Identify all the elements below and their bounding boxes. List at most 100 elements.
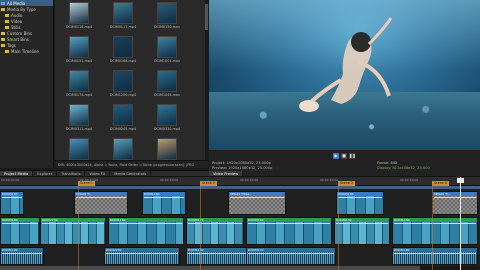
opacity-envelope[interactable] [336, 223, 388, 224]
video-clip[interactable]: DCIM3110 [246, 217, 332, 245]
preview-frame[interactable] [209, 0, 480, 150]
title-clip[interactable]: VEGAS Ti... [432, 191, 478, 215]
opacity-envelope[interactable] [248, 253, 334, 254]
media-thumbnail[interactable]: DCIM0168.mp4 [101, 36, 145, 63]
timeline-scroll-thumb[interactable] [0, 266, 420, 270]
play-icon[interactable]: ▶ [333, 153, 339, 159]
timeline-ruler[interactable]: 00:00:00:00 00:00:10:00 00:00:20:00 00:00:3… [0, 177, 480, 186]
timeline-scrollbar[interactable] [0, 266, 480, 270]
thumbnail-caption: DCIM1001.mov [154, 59, 180, 63]
preview-info-bar: ▶ ■ ❚❚ Project: 1920x1080x32, 25.000p Pr… [209, 150, 480, 176]
video-clip[interactable]: DCIM3140 [0, 217, 40, 245]
thumbnail-image [69, 2, 89, 24]
video-clip[interactable]: DCIM0177 [186, 217, 244, 245]
opacity-envelope[interactable] [2, 223, 38, 224]
title-clip[interactable]: VEGAS Titles... [228, 191, 286, 215]
ruler-tick-label: 00:00:40:00 [320, 178, 339, 182]
ruler-tick-label: 00:00:00:00 [1, 178, 20, 182]
media-thumbnail[interactable]: DCIM1044.mov [145, 70, 189, 97]
thumbnail-caption: DCIM0330.mp4 [153, 127, 181, 131]
file-info-bar: DIR: 4000x3000x24, Alpha = None, Field O… [55, 160, 208, 168]
media-grid: DCIM0116.mp4 DCIM0117.mp4 DCIM0150.mov DCIM… [55, 0, 208, 160]
media-thumbnail[interactable]: DCIM0117.mp4 [101, 2, 145, 29]
media-thumbnail[interactable]: DCIM0882.mp4 [145, 138, 189, 160]
thumbnail-image [69, 70, 89, 92]
video-clip[interactable]: DCIM0130 [334, 217, 390, 245]
diver-figure [299, 17, 393, 112]
loop-region-bar[interactable] [0, 186, 480, 189]
thumbnail-image [113, 70, 133, 92]
thumbnail-image [157, 36, 177, 58]
media-thumbnail[interactable]: DCIM0174.mp4 [57, 70, 101, 97]
tree-item-label: Tags [7, 42, 16, 48]
media-thumbnail[interactable]: DCIM1200.mp4 [101, 70, 145, 97]
pause-icon[interactable]: ❚❚ [349, 153, 356, 159]
audio-clip[interactable]: DCIM1140 [0, 247, 44, 265]
folder-icon [1, 1, 5, 5]
media-thumbnail[interactable]: DCIM0150.mov [145, 2, 189, 29]
thumbnail-image [113, 2, 133, 24]
display-info: Display: 811x456x32, 25.000 [377, 166, 430, 170]
clip-thumbnails [247, 222, 331, 244]
opacity-envelope[interactable] [42, 223, 104, 224]
video-clip[interactable]: DCIM2230 [40, 217, 106, 245]
project-info: Project: 1920x1080x32, 25.000p [212, 161, 271, 165]
audio-clip[interactable]: DCIM2230 [104, 247, 180, 265]
video-clip[interactable]: DCIM1160 [142, 191, 186, 215]
opacity-envelope[interactable] [338, 197, 382, 198]
media-thumbnail[interactable]: DCIM1007.mp4 [101, 138, 145, 160]
opacity-envelope[interactable] [144, 197, 184, 198]
thumbnail-image [69, 104, 89, 126]
media-thumbnail[interactable]: DCIM1100.mp4 [57, 138, 101, 160]
marker-guide-line [200, 186, 201, 270]
video-clip[interactable]: DCIM1180 [392, 217, 478, 245]
video-clip[interactable]: DCIM3140 [0, 191, 24, 215]
opacity-envelope[interactable] [394, 253, 476, 254]
media-thumbnail[interactable]: DCIM0116.mp4 [57, 2, 101, 29]
video-clip[interactable]: DCIM3100 [336, 191, 384, 215]
thumbnail-caption: DCIM0311.mp4 [65, 127, 93, 131]
media-thumbnail[interactable]: DCIM0330.mp4 [145, 104, 189, 131]
opacity-envelope[interactable] [248, 223, 330, 224]
opacity-envelope[interactable] [230, 197, 284, 198]
media-thumbnail[interactable]: DCIM1001.mov [145, 36, 189, 63]
media-thumbnail[interactable]: DCIM0151.mp4 [57, 36, 101, 63]
video-preview-pane: ▶ ■ ❚❚ Project: 1920x1080x32, 25.000p Pr… [209, 0, 480, 176]
media-thumbnail[interactable]: DCIM0311.mp4 [57, 104, 101, 131]
track-titles: DCIM3140 VEGAS Ti... DCIM1160 VEGAS Titles.… [0, 191, 480, 215]
tree-item-label: All Media [7, 0, 26, 6]
opacity-envelope[interactable] [2, 253, 42, 254]
thumbnail-image [157, 70, 177, 92]
frame-info: Frame: 642 [377, 161, 398, 165]
video-clip[interactable]: DCIM1160 [108, 217, 184, 245]
opacity-envelope[interactable] [110, 223, 182, 224]
title-clip[interactable]: VEGAS Ti... [74, 191, 128, 215]
thumbnail-caption: DCIM0151.mp4 [65, 59, 93, 63]
track-video: DCIM3140 DCIM2230 DCIM1160 DCIM0177 DCIM3110… [0, 217, 480, 245]
stop-icon[interactable]: ■ [341, 153, 347, 159]
opacity-envelope[interactable] [106, 253, 178, 254]
opacity-envelope[interactable] [394, 223, 476, 224]
opacity-envelope[interactable] [76, 197, 126, 198]
marker-guide-line [338, 186, 339, 270]
clip-thumbnails [109, 222, 183, 244]
clip-thumbnails [393, 222, 477, 244]
audio-clip[interactable]: DCIM3110 [246, 247, 336, 265]
thumbnail-image [157, 2, 177, 24]
folder-icon [1, 31, 5, 35]
media-thumbnail[interactable]: DCIM0245.mp4 [101, 104, 145, 131]
thumbnail-caption: DCIM1200.mp4 [109, 93, 137, 97]
opacity-envelope[interactable] [188, 223, 242, 224]
scrollbar-thumb[interactable] [205, 4, 208, 30]
opacity-envelope[interactable] [434, 197, 476, 198]
media-grid-scrollbar[interactable] [205, 0, 208, 160]
opacity-envelope[interactable] [2, 197, 22, 198]
tree-item-label: Video [11, 18, 23, 24]
folder-icon [5, 13, 9, 17]
tree-item[interactable]: Main Timeline [0, 48, 53, 54]
playhead[interactable] [460, 177, 461, 270]
media-tree: All Media Media By Type Audio Video Stills Cu… [0, 0, 54, 168]
clip-thumbnails [75, 196, 127, 214]
audio-clip[interactable]: DCIM1180 [392, 247, 478, 265]
clip-thumbnails [433, 196, 477, 214]
